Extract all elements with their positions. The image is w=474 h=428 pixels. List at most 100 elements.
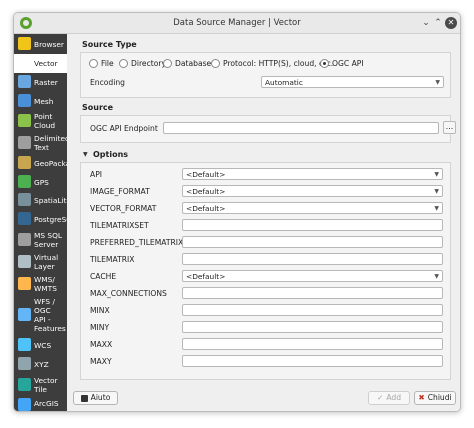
options-rows: API <Default> ▼ IMAGE_FORMAT <Default> ▼ VECTO… (81, 163, 450, 379)
option-input[interactable] (182, 219, 443, 231)
radio-dot[interactable] (320, 58, 329, 68)
sidebar-item[interactable]: Vector Tile (14, 374, 67, 396)
sidebar-item[interactable]: WCS (14, 335, 67, 355)
sidebar-item-label: Virtual (34, 253, 59, 262)
data-source-icon (18, 307, 31, 321)
sidebar-item-label: Cloud (34, 121, 56, 130)
radio-label: OGC API (332, 58, 364, 68)
sidebar-item-label: Vector (34, 376, 58, 385)
sidebar-item[interactable]: Raster (14, 73, 67, 92)
option-label: MINY (90, 323, 110, 332)
close-button[interactable]: ✖ Chiudi (414, 391, 456, 405)
chevron-down-icon[interactable]: ⌄ (420, 17, 432, 29)
encoding-select[interactable]: Automatic ▼ (261, 76, 444, 88)
source-group: OGC API Endpoint ... (80, 115, 456, 143)
help-button[interactable]: Aiuto (73, 391, 118, 405)
option-select[interactable]: <Default> ▼ (182, 185, 443, 197)
option-label: MAXX (90, 340, 113, 349)
sidebar-item[interactable]: Browser (14, 34, 67, 54)
sidebar-item[interactable]: Virtual Layer (14, 251, 67, 273)
option-input[interactable] (182, 236, 443, 248)
source-type-radio[interactable]: Database (163, 57, 211, 69)
sidebar-item[interactable]: SpatiaLite (14, 191, 67, 210)
sidebar-item[interactable]: MS SQL Server (14, 229, 67, 251)
options-heading: Options (93, 150, 129, 159)
dropdown-arrow-icon: ▼ (435, 79, 440, 86)
options-group: API <Default> ▼ IMAGE_FORMAT <Default> ▼ VECTO… (80, 162, 451, 380)
sidebar-item[interactable]: WFS / OGC API - Features (14, 295, 67, 335)
source-type-radio[interactable]: File (89, 57, 114, 69)
option-value: <Default> (186, 187, 226, 196)
option-select[interactable]: <Default> ▼ (182, 202, 443, 214)
help-button-label: Aiuto (90, 393, 111, 402)
data-source-icon (18, 254, 31, 268)
sidebar-item-label: Delimited (34, 134, 67, 143)
data-source-icon (18, 156, 31, 169)
sidebar-item[interactable]: Mesh (14, 92, 67, 110)
sidebar-item-label: Browser (34, 39, 64, 49)
option-input[interactable] (182, 321, 443, 333)
source-type-radio[interactable]: Protocol: HTTP(S), cloud, etc. (211, 57, 333, 69)
sidebar-item-label: Tile (34, 385, 47, 394)
window-title: Data Source Manager | Vector (173, 18, 301, 28)
chevron-up-icon[interactable]: ⌃ (432, 17, 444, 29)
vector-panel: Source Type File Directory Database Protoco… (68, 34, 460, 385)
sidebar-item-label: ArcGIS (34, 398, 59, 408)
sidebar-item[interactable]: ArcGIS (14, 396, 67, 411)
option-input[interactable] (182, 287, 443, 299)
sidebar-item[interactable]: Vector (14, 54, 67, 73)
add-button[interactable]: ✓ Add (368, 391, 410, 405)
radio-label: Database (175, 58, 212, 68)
sidebar-item[interactable]: Point Cloud (14, 110, 67, 132)
title-bar: Data Source Manager | Vector ⌄ ⌃ ✕ (14, 13, 460, 34)
sidebar-item[interactable]: GeoPackage (14, 154, 67, 173)
option-input[interactable] (182, 304, 443, 316)
data-source-icon (18, 36, 31, 50)
radio-dot[interactable] (163, 58, 172, 68)
sidebar-item-label: Text (34, 143, 49, 152)
option-label: MINX (90, 306, 110, 315)
source-type-radio[interactable]: OGC API (320, 57, 364, 69)
check-icon: ✓ (376, 393, 384, 402)
endpoint-input[interactable] (163, 122, 439, 134)
source-heading: Source (82, 103, 114, 112)
collapse-arrow-icon[interactable]: ▼ (83, 151, 88, 158)
close-button-label: Chiudi (427, 393, 452, 402)
radio-dot[interactable] (211, 58, 220, 68)
sidebar-item-label: Vector (34, 59, 58, 68)
option-input[interactable] (182, 355, 443, 367)
option-label: CACHE (90, 272, 117, 281)
sidebar-item[interactable]: PostgreSQL (14, 210, 67, 229)
radio-dot[interactable] (119, 58, 128, 68)
source-type-radio[interactable]: Directory (119, 57, 166, 69)
data-source-icon (18, 357, 31, 370)
data-source-icon (18, 94, 31, 107)
sidebar-item[interactable]: Delimited Text (14, 132, 67, 154)
sidebar-item-label: API - (34, 315, 51, 324)
option-select[interactable]: <Default> ▼ (182, 270, 443, 282)
option-label: TILEMATRIX (90, 255, 135, 264)
radio-label: File (101, 58, 114, 68)
dropdown-arrow-icon: ▼ (434, 171, 439, 178)
sidebar-item-label: Layer (34, 262, 55, 271)
option-input[interactable] (182, 253, 443, 265)
data-source-icon (18, 75, 31, 88)
radio-label: Protocol: HTTP(S), cloud, etc. (223, 58, 334, 68)
sidebar-item[interactable]: WMS/WMTS (14, 273, 67, 295)
radio-dot[interactable] (89, 58, 98, 68)
option-select[interactable]: <Default> ▼ (182, 168, 443, 180)
sidebar-item-label: WCS (34, 340, 52, 350)
data-source-icon (18, 56, 31, 69)
dialog-footer: Aiuto ✓ Add ✖ Chiudi (68, 385, 460, 411)
dropdown-arrow-icon: ▼ (434, 188, 439, 195)
sidebar-item-label: SpatiaLite (34, 196, 67, 205)
sidebar-item[interactable]: GPS (14, 173, 67, 191)
sidebar-item-label: Raster (34, 78, 58, 87)
option-input[interactable] (182, 338, 443, 350)
sidebar-item-label: WMTS (34, 284, 57, 293)
sidebar-item-label: Features (34, 324, 66, 333)
sidebar-item-label: GPS (34, 177, 49, 187)
sidebar-item[interactable]: XYZ (14, 355, 67, 374)
close-icon[interactable]: ✕ (445, 17, 457, 29)
browse-button[interactable]: ... (443, 121, 456, 134)
